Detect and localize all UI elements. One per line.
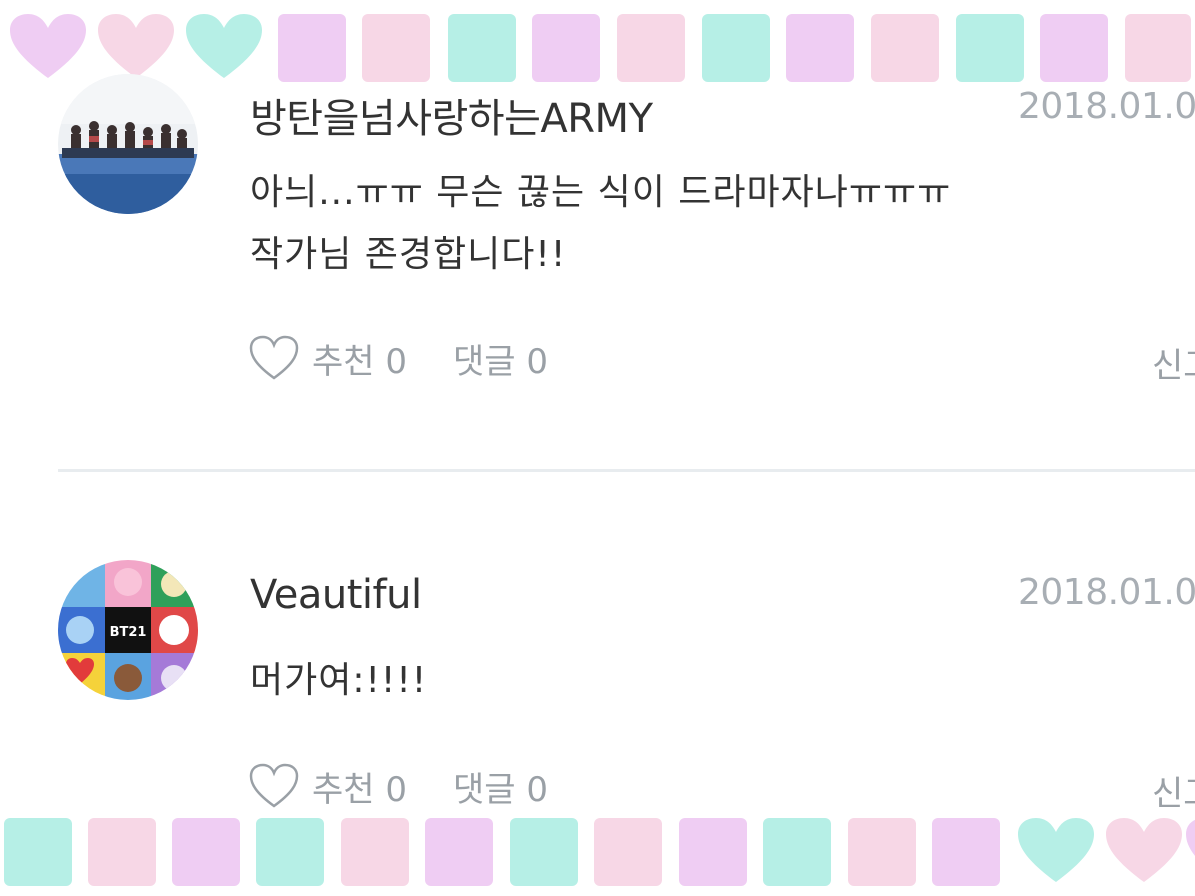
decorative-tile xyxy=(702,14,770,82)
decorative-tile xyxy=(679,818,747,886)
comment-username[interactable]: Veautiful xyxy=(250,572,422,618)
heart-outline-icon[interactable] xyxy=(248,762,300,810)
like-count-button[interactable]: 추천 0 xyxy=(312,762,407,811)
comment-actions: 추천 0 댓글 0 xyxy=(248,760,548,812)
heart-outline-icon[interactable] xyxy=(248,334,300,382)
heart-icon xyxy=(184,12,264,82)
decorative-tile xyxy=(532,14,600,82)
svg-text:BT21: BT21 xyxy=(110,625,147,640)
comment-divider xyxy=(58,469,1195,472)
heart-icon xyxy=(1016,816,1096,886)
decorative-tile xyxy=(848,818,916,886)
avatar-image xyxy=(58,74,198,214)
decorative-tile xyxy=(425,818,493,886)
comment-username[interactable]: 방탄을넘사랑하는ARMY xyxy=(250,86,653,144)
decorative-tile xyxy=(594,818,662,886)
decorative-tile xyxy=(88,818,156,886)
heart-icon xyxy=(96,12,176,82)
decorative-tile xyxy=(341,818,409,886)
comment-date: 2018.01.0 xyxy=(1018,86,1195,127)
comment-actions: 추천 0 댓글 0 xyxy=(248,332,548,384)
avatar[interactable]: BT21 xyxy=(58,560,198,700)
like-count-button[interactable]: 추천 0 xyxy=(312,334,407,383)
decorative-tile xyxy=(763,818,831,886)
reply-count-button[interactable]: 댓글 0 xyxy=(453,334,548,383)
decorative-tile xyxy=(786,14,854,82)
decorative-tile xyxy=(1125,14,1191,82)
decorative-tile xyxy=(278,14,346,82)
decorative-tile xyxy=(448,14,516,82)
decorative-tile xyxy=(932,818,1000,886)
heart-icon xyxy=(1104,816,1184,886)
heart-icon xyxy=(8,12,88,82)
reply-count-button[interactable]: 댓글 0 xyxy=(453,762,548,811)
bottom-decorative-border xyxy=(0,816,1195,888)
comment-body-line: 작가님 존경합니다!! xyxy=(250,234,567,275)
decorative-tile xyxy=(172,818,240,886)
report-button[interactable]: 신고 xyxy=(1152,766,1195,815)
comment-date: 2018.01.0 xyxy=(1018,572,1195,613)
decorative-tile xyxy=(956,14,1024,82)
decorative-tile xyxy=(617,14,685,82)
decorative-tile xyxy=(362,14,430,82)
comment-body-line: 머가여:!!!! xyxy=(250,660,428,701)
decorative-tile xyxy=(871,14,939,82)
avatar[interactable] xyxy=(58,74,198,214)
comment-body-line: 아늬...ㅠㅠ 무슨 끊는 식이 드라마자나ㅠㅠㅠ xyxy=(250,172,952,213)
decorative-tile xyxy=(1040,14,1108,82)
decorative-tile xyxy=(510,818,578,886)
report-button[interactable]: 신고 xyxy=(1152,338,1195,387)
decorative-tile xyxy=(256,818,324,886)
decorative-tile xyxy=(4,818,72,886)
avatar-image: BT21 xyxy=(58,560,198,700)
heart-icon xyxy=(1184,816,1195,886)
top-decorative-border xyxy=(0,12,1195,84)
